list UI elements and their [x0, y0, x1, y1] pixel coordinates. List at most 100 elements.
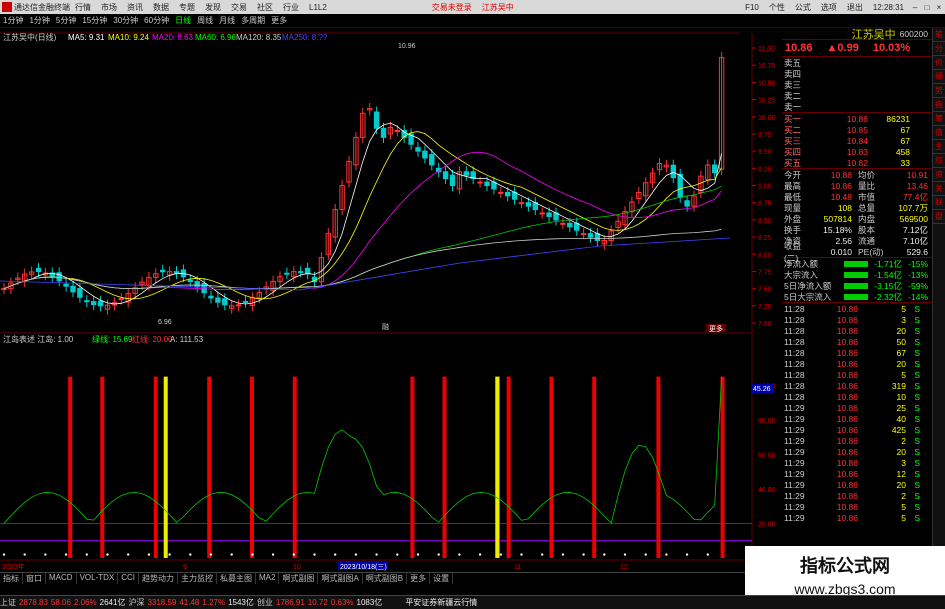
side-tab[interactable]: 分 [933, 42, 945, 56]
indicator-tab[interactable]: 窗口 [23, 573, 46, 584]
indicator-tab[interactable]: 啊式副图B [363, 573, 408, 584]
period-multi[interactable]: 多周期 [241, 15, 265, 26]
tick-row: 11:28 10.86 50 S [782, 336, 932, 347]
side-tab[interactable]: 势 [933, 84, 945, 98]
indicator-dot [106, 553, 109, 556]
tick-row: 11:28 10.86 3 S [782, 314, 932, 325]
trade-status[interactable]: 交易未登录 [432, 2, 472, 13]
menu-item[interactable]: L1L2 [309, 3, 327, 12]
tick-price: 10.86 [836, 479, 858, 490]
candle-body [677, 173, 683, 198]
side-tab[interactable]: 盘 [933, 210, 945, 224]
chart-area[interactable]: 江苏吴中(日线) MA5: 9.31 MA10: 9.24 MA20: 8.63… [0, 28, 782, 572]
buy-label: 买五 [784, 157, 802, 168]
buy-row: 买四 10.83 458 [782, 146, 932, 157]
menu-item[interactable]: 发现 [205, 2, 221, 13]
side-tab[interactable]: 综 [933, 154, 945, 168]
side-tab[interactable]: 筹 [933, 112, 945, 126]
indicator-tab[interactable]: 啊式副图A [318, 573, 363, 584]
tick-vol: 20 [896, 325, 906, 336]
quote-stock-name: 江苏吴中 [851, 28, 896, 41]
menu-item[interactable]: 资讯 [127, 2, 143, 13]
period-more[interactable]: 更多 [271, 15, 287, 26]
period-weekly[interactable]: 周线 [197, 15, 213, 26]
period-1min-b[interactable]: 1分钟 [29, 15, 49, 26]
signal-bar [656, 376, 661, 558]
menu-item[interactable]: 专题 [179, 2, 195, 13]
side-tab[interactable]: 笔 [933, 28, 945, 42]
indicator-dot [582, 553, 585, 556]
flow-bar [844, 293, 868, 300]
side-tab[interactable]: 主 [933, 140, 945, 154]
candle-body [77, 287, 83, 298]
side-tab[interactable]: 指 [933, 98, 945, 112]
tick-time: 11:29 [784, 479, 805, 490]
candle-body [35, 267, 42, 273]
signal-bar [68, 376, 73, 558]
minimize-icon[interactable]: – [909, 3, 921, 12]
menu-item[interactable]: 行业 [283, 2, 299, 13]
side-tab[interactable]: 联 [933, 196, 945, 210]
indicator-tab[interactable]: MA2 [256, 573, 280, 584]
side-tab[interactable]: 价 [933, 56, 945, 70]
maximize-icon[interactable]: □ [921, 3, 933, 12]
period-5min[interactable]: 5分钟 [56, 15, 76, 26]
signal-bar [410, 376, 415, 558]
status-item: 1083亿 [356, 598, 383, 607]
indicator-tab[interactable]: 更多 [407, 573, 431, 584]
indicator-tab[interactable]: 主力监控 [178, 573, 218, 584]
indicator-tab[interactable]: 啊式副图 [279, 573, 319, 584]
indicator-tab[interactable]: 趋势动力 [139, 573, 179, 584]
signal-bar [549, 376, 554, 558]
period-30min[interactable]: 30分钟 [113, 15, 138, 26]
candle-body [208, 295, 214, 299]
tick-list[interactable]: 11:28 10.86 5 S 11:28 10.86 3 S 11:28 10.86 20 S 11:… [782, 303, 932, 523]
menu-personal[interactable]: 个性 [769, 2, 785, 13]
tick-side: S [914, 380, 920, 391]
period-15min[interactable]: 15分钟 [82, 15, 107, 26]
period-1min[interactable]: 1分钟 [3, 15, 23, 26]
price-label: 9.75 [758, 132, 772, 139]
candle-body [160, 269, 166, 273]
period-monthly[interactable]: 月线 [219, 15, 235, 26]
buy-price: 10.86 [846, 113, 868, 124]
menu-item[interactable]: 市场 [101, 2, 117, 13]
price-label: 7.75 [758, 269, 772, 276]
close-icon[interactable]: × [933, 3, 945, 12]
indicator-tab[interactable]: 指标 [0, 573, 23, 584]
menu-item[interactable]: 数据 [153, 2, 169, 13]
side-tab[interactable]: 值 [933, 126, 945, 140]
menu-item[interactable]: 社区 [257, 2, 273, 13]
sell-row: 卖三 [782, 79, 932, 90]
candle-body [187, 279, 194, 283]
indicator-tab[interactable]: MACD [46, 573, 77, 584]
indicator-tab[interactable]: 私募主图 [217, 573, 257, 584]
price-label: 9.25 [758, 166, 772, 173]
indicator-dot [499, 553, 502, 556]
candle-body [429, 154, 435, 166]
indicator-tab[interactable]: 设置 [430, 573, 454, 584]
menu-item[interactable]: 交易 [231, 2, 247, 13]
date-m10: 10 [293, 564, 301, 571]
menu-formula[interactable]: 公式 [795, 2, 811, 13]
menu-f10[interactable]: F10 [745, 3, 759, 12]
more-tag[interactable]: 更多 [709, 324, 723, 333]
menu-item[interactable]: 行情 [75, 2, 91, 13]
candle-body [712, 164, 718, 174]
side-tab[interactable]: 关 [933, 182, 945, 196]
indicator-tab[interactable]: CCI [118, 573, 140, 584]
ma5-label: MA5: 9.31 [68, 33, 105, 42]
stat-value2: 529.6 [906, 246, 928, 257]
period-daily[interactable]: 日线 [175, 15, 191, 26]
side-tab[interactable]: 资 [933, 168, 945, 182]
menu-options[interactable]: 选项 [821, 2, 837, 13]
side-tab[interactable]: 细 [933, 70, 945, 84]
indicator-dot [251, 553, 254, 556]
tick-vol: 319 [891, 380, 906, 391]
period-60min[interactable]: 60分钟 [144, 15, 169, 26]
price-label: 8.00 [758, 252, 772, 259]
indicator-tab[interactable]: VOL-TDX [77, 573, 119, 584]
menu-exit[interactable]: 退出 [847, 2, 863, 13]
tick-time: 11:29 [784, 435, 805, 446]
candle-body [539, 212, 545, 215]
